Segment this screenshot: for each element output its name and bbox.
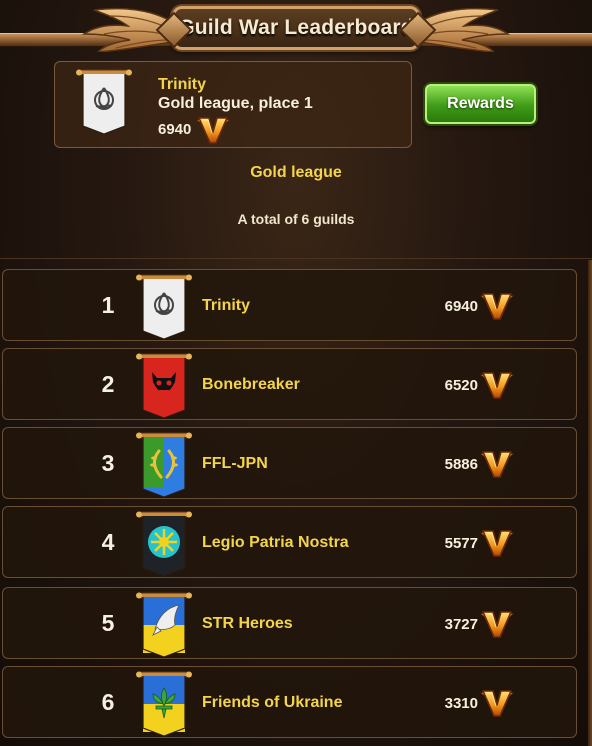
total-guilds-label: A total of 6 guilds <box>237 211 355 227</box>
rewards-button[interactable]: Rewards <box>425 84 536 124</box>
winged-bird-icon <box>136 592 192 658</box>
guild-war-points-icon <box>480 370 514 405</box>
guild-name: Legio Patria Nostra <box>202 534 349 551</box>
title-bar: Guild War Leaderboard <box>0 0 592 56</box>
guild-score: 3310 <box>444 695 478 712</box>
leaderboard-row[interactable]: 2 Bonebreaker 6520 <box>2 348 577 420</box>
sun-icon <box>136 511 192 577</box>
guild-banner <box>75 68 133 141</box>
leaderboard-row[interactable]: 6 Friends of Ukraine 3310 <box>2 666 577 738</box>
guild-score: 3727 <box>444 616 478 633</box>
guild-war-points-icon <box>480 449 514 484</box>
my-guild-score: 6940 <box>158 121 192 138</box>
fleur-de-lis-icon <box>136 671 192 737</box>
guild-banner <box>135 352 193 425</box>
guild-name: STR Heroes <box>202 615 293 632</box>
guild-name: FFL-JPN <box>202 455 268 472</box>
rank-number: 1 <box>101 292 115 318</box>
league-label: Gold league <box>250 164 342 181</box>
guild-name: Friends of Ukraine <box>202 694 343 711</box>
guild-score: 5577 <box>444 535 478 552</box>
guild-banner <box>135 510 193 583</box>
guild-war-points-icon <box>480 688 514 723</box>
leaderboard-row[interactable]: 3 FFL-JPN 5886 <box>2 427 577 499</box>
guild-banner <box>135 670 193 743</box>
my-guild-league-place: Gold league, place 1 <box>158 95 313 112</box>
guild-war-points-icon <box>196 115 230 150</box>
laurel-wreath-icon <box>136 432 192 498</box>
triquetra-icon <box>76 69 132 135</box>
guild-war-points-icon <box>480 291 514 326</box>
leaderboard-row[interactable]: 5 STR Heroes 3727 <box>2 587 577 659</box>
page-title: Guild War Leaderboard <box>178 16 414 39</box>
guild-banner <box>135 431 193 504</box>
title-plate: Guild War Leaderboard <box>172 6 420 50</box>
guild-score: 5886 <box>444 456 478 473</box>
triquetra-icon <box>136 274 192 340</box>
rank-number: 3 <box>101 450 115 476</box>
rank-number: 2 <box>101 371 115 397</box>
demon-skull-icon <box>136 353 192 419</box>
guild-war-points-icon <box>480 609 514 644</box>
divider <box>0 258 592 259</box>
leaderboard-row[interactable]: 1 Trinity 6940 <box>2 269 577 341</box>
guild-banner <box>135 273 193 346</box>
rank-number: 4 <box>101 529 115 555</box>
guild-name: Bonebreaker <box>202 376 300 393</box>
rank-number: 6 <box>101 689 115 715</box>
guild-score: 6520 <box>444 377 478 394</box>
rank-number: 5 <box>101 610 115 636</box>
leaderboard-row[interactable]: 4 Legio Patria Nostra 5577 <box>2 506 577 578</box>
guild-banner <box>135 591 193 664</box>
guild-name: Trinity <box>202 297 251 314</box>
scrollbar[interactable] <box>588 260 592 746</box>
guild-score: 6940 <box>444 298 478 315</box>
guild-war-points-icon <box>480 528 514 563</box>
my-guild-name: Trinity <box>158 76 207 93</box>
my-guild-panel: Trinity Gold league, place 1 6940 <box>54 61 412 148</box>
